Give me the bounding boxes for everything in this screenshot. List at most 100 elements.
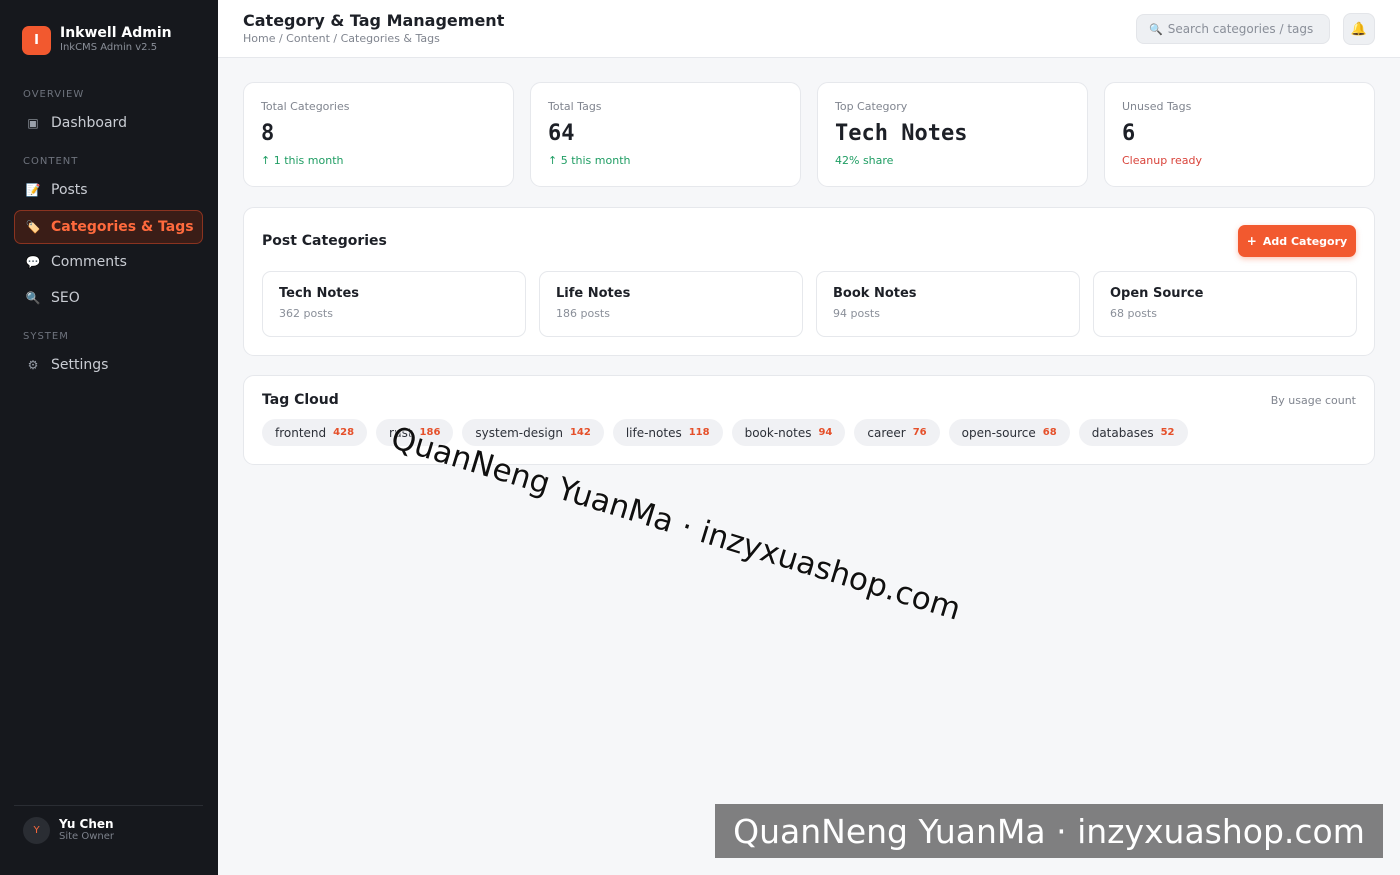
- tag-count: 142: [569, 427, 591, 438]
- stat-value: 64: [548, 121, 575, 146]
- tag-name: career: [867, 425, 906, 440]
- search-box[interactable]: 🔍: [1136, 14, 1330, 44]
- watermark-banner: QuanNeng YuanMa · inzyxuashop.com: [715, 804, 1383, 858]
- search-input[interactable]: [1167, 22, 1318, 36]
- stat-trend: ↑ 1 this month: [261, 154, 344, 167]
- sidebar-item-seo[interactable]: 🔍 SEO: [14, 281, 203, 315]
- sidebar-item-label: Settings: [51, 357, 109, 373]
- stat-trend: Cleanup ready: [1122, 154, 1202, 167]
- plus-icon: +: [1246, 234, 1257, 248]
- sidebar-item-label: Dashboard: [51, 115, 127, 131]
- stat-label: Unused Tags: [1122, 100, 1192, 113]
- dashboard-icon: ▣: [27, 116, 39, 130]
- top-bar: Category & Tag Management Home / Content…: [218, 0, 1400, 58]
- post-categories-panel: Post Categories + Add Category Tech Note…: [243, 207, 1375, 356]
- section-label-system: SYSTEM: [23, 331, 69, 342]
- stat-trend: ↑ 5 this month: [548, 154, 631, 167]
- sort-note: By usage count: [1270, 394, 1356, 407]
- tag-count: 428: [333, 427, 355, 438]
- sidebar: I Inkwell Admin InkCMS Admin v2.5 OVERVI…: [0, 0, 218, 875]
- stat-card-top-category: Top Category Tech Notes 42% share: [817, 82, 1088, 187]
- tag-chip[interactable]: open-source 68: [948, 419, 1070, 446]
- gear-icon: ⚙: [27, 358, 39, 372]
- stat-card-total-tags: Total Tags 64 ↑ 5 this month: [530, 82, 801, 187]
- tag-name: databases: [1091, 425, 1154, 440]
- tag-chip[interactable]: career 76: [854, 419, 940, 446]
- tag-name: rust: [389, 425, 413, 440]
- tag-icon: 🏷️: [25, 220, 41, 234]
- category-name: Open Source: [1110, 286, 1204, 301]
- category-name: Tech Notes: [279, 286, 360, 301]
- category-post-count: 186 posts: [556, 307, 610, 320]
- tag-cloud-panel: Tag Cloud By usage count frontend 428 rus…: [243, 375, 1375, 465]
- avatar: Y: [23, 817, 50, 844]
- tag-name: frontend: [275, 425, 327, 440]
- category-card[interactable]: Life Notes 186 posts: [539, 271, 803, 337]
- sidebar-item-comments[interactable]: 💬 Comments: [14, 245, 203, 279]
- category-card[interactable]: Book Notes 94 posts: [816, 271, 1080, 337]
- tag-name: book-notes: [744, 425, 812, 440]
- category-name: Book Notes: [833, 286, 917, 301]
- tag-count: 186: [419, 427, 441, 438]
- tag-chip[interactable]: rust 186: [376, 419, 454, 446]
- sidebar-item-dashboard[interactable]: ▣ Dashboard: [14, 106, 203, 140]
- category-post-count: 68 posts: [1110, 307, 1157, 320]
- section-label-content: CONTENT: [23, 156, 79, 167]
- tag-chip[interactable]: frontend 428: [262, 419, 368, 446]
- brand-title: Inkwell Admin: [60, 25, 172, 41]
- sidebar-item-posts[interactable]: 📝 Posts: [14, 173, 203, 207]
- sidebar-item-settings[interactable]: ⚙ Settings: [14, 348, 203, 382]
- brand[interactable]: I Inkwell Admin InkCMS Admin v2.5: [22, 25, 172, 55]
- button-label: Add Category: [1262, 234, 1348, 248]
- user-role: Site Owner: [59, 831, 115, 842]
- panel-title: Post Categories: [262, 233, 387, 249]
- magnifier-icon: 🔍: [25, 291, 41, 305]
- stat-card-total-categories: Total Categories 8 ↑ 1 this month: [243, 82, 514, 187]
- tag-name: open-source: [961, 425, 1036, 440]
- tag-name: system-design: [475, 425, 563, 440]
- stat-label: Total Tags: [548, 100, 602, 113]
- sidebar-item-label: Comments: [51, 254, 127, 270]
- stat-card-unused-tags: Unused Tags 6 Cleanup ready: [1104, 82, 1375, 187]
- stat-label: Top Category: [835, 100, 908, 113]
- category-post-count: 362 posts: [279, 307, 333, 320]
- tag-chip[interactable]: system-design 142: [462, 419, 604, 446]
- breadcrumb: Home / Content / Categories & Tags: [243, 32, 440, 45]
- notifications-button[interactable]: 🔔: [1343, 13, 1375, 45]
- tag-count: 94: [818, 427, 833, 438]
- tag-chip[interactable]: life-notes 118: [612, 419, 723, 446]
- tag-count: 76: [912, 427, 927, 438]
- page-title: Category & Tag Management: [243, 11, 505, 30]
- category-post-count: 94 posts: [833, 307, 880, 320]
- stat-trend: 42% share: [835, 154, 894, 167]
- user-profile[interactable]: Y Yu Chen Site Owner: [14, 805, 203, 844]
- sidebar-item-label: SEO: [51, 290, 80, 306]
- stat-value: 8: [261, 121, 275, 146]
- add-category-button[interactable]: + Add Category: [1238, 225, 1356, 257]
- speech-bubble-icon: 💬: [25, 255, 41, 269]
- sidebar-item-categories-tags[interactable]: 🏷️ Categories & Tags: [14, 210, 203, 244]
- search-icon: 🔍: [1149, 22, 1163, 36]
- user-name: Yu Chen: [59, 817, 114, 831]
- tag-list: frontend 428 rust 186 system-design 142 lif…: [262, 419, 1197, 446]
- tag-count: 52: [1160, 427, 1175, 438]
- brand-version: InkCMS Admin v2.5: [60, 42, 158, 53]
- bell-icon: 🔔: [1350, 21, 1368, 37]
- sidebar-item-label: Categories & Tags: [51, 219, 194, 235]
- tag-count: 118: [688, 427, 710, 438]
- panel-title: Tag Cloud: [262, 392, 339, 408]
- stat-value: Tech Notes: [835, 121, 968, 146]
- tag-name: life-notes: [625, 425, 682, 440]
- sidebar-item-label: Posts: [51, 182, 88, 198]
- brand-logo: I: [22, 25, 51, 55]
- tag-count: 68: [1042, 427, 1057, 438]
- stat-value: 6: [1122, 121, 1136, 146]
- category-card[interactable]: Tech Notes 362 posts: [262, 271, 526, 337]
- section-label-overview: OVERVIEW: [23, 89, 85, 100]
- tag-chip[interactable]: databases 52: [1078, 419, 1188, 446]
- memo-icon: 📝: [25, 183, 41, 197]
- category-card[interactable]: Open Source 68 posts: [1093, 271, 1357, 337]
- category-name: Life Notes: [556, 286, 631, 301]
- tag-chip[interactable]: book-notes 94: [731, 419, 846, 446]
- stat-label: Total Categories: [261, 100, 350, 113]
